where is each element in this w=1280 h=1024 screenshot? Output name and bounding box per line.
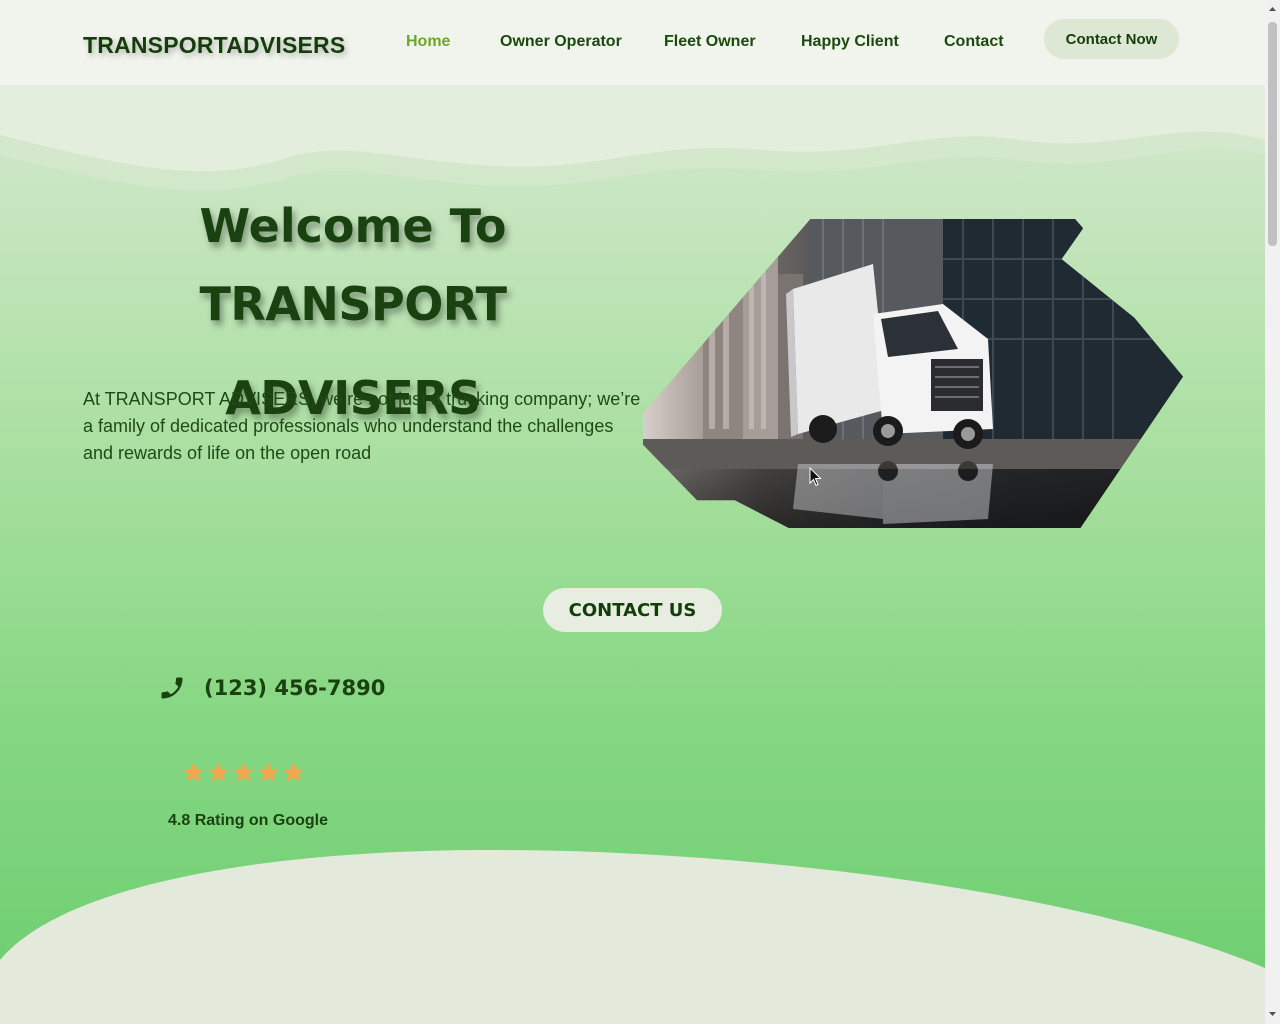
truck-illustration — [643, 219, 1183, 524]
scrollbar-thumb[interactable] — [1268, 22, 1277, 246]
nav-owner-operator[interactable]: Owner Operator — [500, 33, 622, 51]
bottom-wave-decoration — [0, 850, 1265, 1024]
mouse-cursor-icon — [809, 467, 822, 487]
page: TRANSPORTADVISERS Home Owner Operator Fl… — [0, 0, 1265, 1024]
nav-home[interactable]: Home — [406, 33, 450, 51]
site-logo[interactable]: TRANSPORTADVISERS — [83, 32, 345, 59]
nav-contact[interactable]: Contact — [944, 33, 1004, 51]
star-icon — [183, 762, 204, 782]
scroll-down-arrow-icon[interactable] — [1265, 1006, 1280, 1021]
star-icon — [233, 762, 254, 782]
phone-icon — [161, 677, 183, 699]
phone-number[interactable]: (123) 456-7890 — [204, 676, 385, 700]
contact-now-button[interactable]: Contact Now — [1044, 19, 1179, 59]
rating-text: 4.8 Rating on Google — [168, 812, 329, 829]
hero-description: At TRANSPORT ADVISERS, we’re not just a … — [83, 389, 641, 463]
star-icon — [208, 762, 229, 782]
nav-happy-client[interactable]: Happy Client — [801, 33, 899, 51]
star-icon — [258, 762, 279, 782]
page-scrollbar[interactable] — [1265, 0, 1280, 1024]
truck-in-city-image — [643, 219, 1183, 528]
contact-us-button[interactable]: CONTACT US — [543, 588, 722, 632]
hero-title-line1: Welcome To — [199, 199, 507, 253]
nav-fleet-owner[interactable]: Fleet Owner — [664, 33, 756, 51]
top-wave-decoration — [0, 85, 1265, 191]
site-header: TRANSPORTADVISERS Home Owner Operator Fl… — [0, 0, 1265, 85]
star-icon — [283, 762, 304, 782]
scroll-up-arrow-icon[interactable] — [1265, 2, 1280, 17]
